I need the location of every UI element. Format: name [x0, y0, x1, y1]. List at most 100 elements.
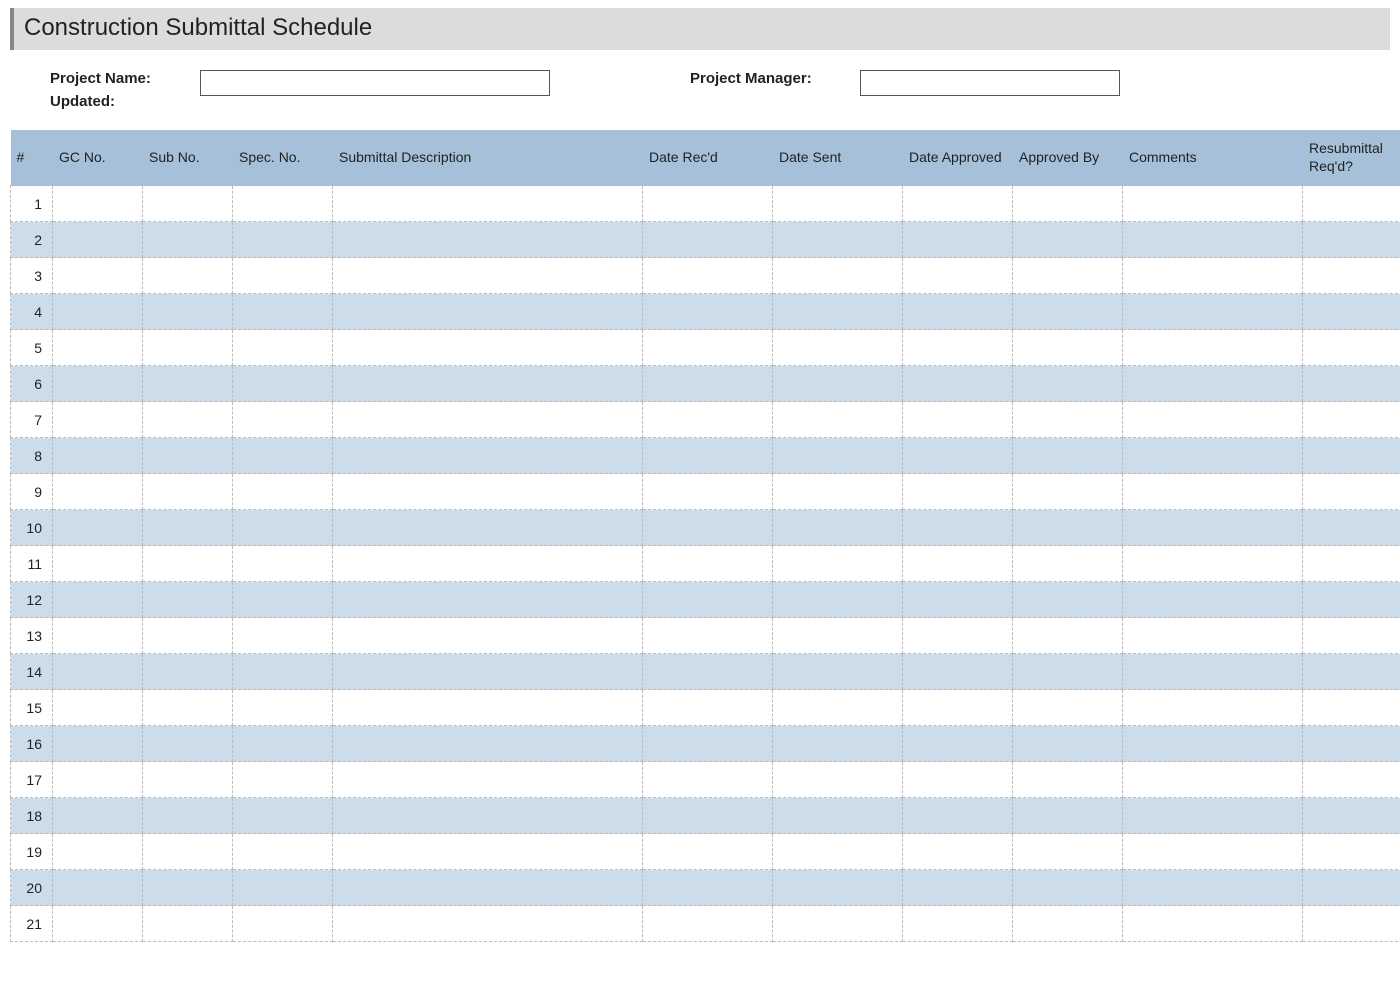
cell-resubmittal[interactable] [1303, 438, 1400, 474]
cell-gc-no[interactable] [53, 798, 143, 834]
cell-gc-no[interactable] [53, 618, 143, 654]
cell-sub-no[interactable] [143, 402, 233, 438]
cell-comments[interactable] [1123, 834, 1303, 870]
cell-sub-no[interactable] [143, 438, 233, 474]
cell-gc-no[interactable] [53, 582, 143, 618]
cell-date-approved[interactable] [903, 366, 1013, 402]
cell-date-approved[interactable] [903, 330, 1013, 366]
cell-gc-no[interactable] [53, 762, 143, 798]
cell-resubmittal[interactable] [1303, 618, 1400, 654]
cell-comments[interactable] [1123, 366, 1303, 402]
cell-date-recd[interactable] [643, 258, 773, 294]
cell-approved-by[interactable] [1013, 330, 1123, 366]
cell-approved-by[interactable] [1013, 366, 1123, 402]
cell-description[interactable] [333, 366, 643, 402]
cell-date-approved[interactable] [903, 834, 1013, 870]
cell-approved-by[interactable] [1013, 906, 1123, 942]
cell-comments[interactable] [1123, 870, 1303, 906]
cell-comments[interactable] [1123, 654, 1303, 690]
cell-date-sent[interactable] [773, 726, 903, 762]
cell-sub-no[interactable] [143, 798, 233, 834]
cell-resubmittal[interactable] [1303, 222, 1400, 258]
cell-date-recd[interactable] [643, 330, 773, 366]
cell-resubmittal[interactable] [1303, 366, 1400, 402]
cell-description[interactable] [333, 690, 643, 726]
cell-date-approved[interactable] [903, 798, 1013, 834]
cell-date-recd[interactable] [643, 726, 773, 762]
cell-date-sent[interactable] [773, 510, 903, 546]
cell-comments[interactable] [1123, 222, 1303, 258]
cell-resubmittal[interactable] [1303, 834, 1400, 870]
cell-approved-by[interactable] [1013, 798, 1123, 834]
cell-sub-no[interactable] [143, 582, 233, 618]
cell-description[interactable] [333, 906, 643, 942]
cell-spec-no[interactable] [233, 366, 333, 402]
cell-gc-no[interactable] [53, 510, 143, 546]
cell-date-approved[interactable] [903, 618, 1013, 654]
cell-sub-no[interactable] [143, 834, 233, 870]
cell-spec-no[interactable] [233, 510, 333, 546]
cell-spec-no[interactable] [233, 438, 333, 474]
cell-description[interactable] [333, 870, 643, 906]
cell-comments[interactable] [1123, 690, 1303, 726]
cell-date-approved[interactable] [903, 762, 1013, 798]
cell-spec-no[interactable] [233, 330, 333, 366]
cell-date-recd[interactable] [643, 618, 773, 654]
cell-approved-by[interactable] [1013, 546, 1123, 582]
cell-approved-by[interactable] [1013, 654, 1123, 690]
cell-comments[interactable] [1123, 186, 1303, 222]
cell-resubmittal[interactable] [1303, 870, 1400, 906]
cell-resubmittal[interactable] [1303, 654, 1400, 690]
cell-resubmittal[interactable] [1303, 906, 1400, 942]
cell-gc-no[interactable] [53, 222, 143, 258]
cell-date-approved[interactable] [903, 726, 1013, 762]
cell-gc-no[interactable] [53, 366, 143, 402]
cell-resubmittal[interactable] [1303, 186, 1400, 222]
cell-date-recd[interactable] [643, 402, 773, 438]
cell-date-sent[interactable] [773, 582, 903, 618]
cell-date-approved[interactable] [903, 582, 1013, 618]
cell-date-sent[interactable] [773, 906, 903, 942]
cell-description[interactable] [333, 222, 643, 258]
cell-comments[interactable] [1123, 402, 1303, 438]
cell-gc-no[interactable] [53, 402, 143, 438]
cell-gc-no[interactable] [53, 474, 143, 510]
cell-date-approved[interactable] [903, 546, 1013, 582]
cell-approved-by[interactable] [1013, 510, 1123, 546]
cell-description[interactable] [333, 618, 643, 654]
cell-resubmittal[interactable] [1303, 546, 1400, 582]
cell-sub-no[interactable] [143, 726, 233, 762]
cell-spec-no[interactable] [233, 618, 333, 654]
cell-date-recd[interactable] [643, 294, 773, 330]
cell-date-sent[interactable] [773, 870, 903, 906]
cell-date-approved[interactable] [903, 474, 1013, 510]
cell-date-approved[interactable] [903, 402, 1013, 438]
cell-gc-no[interactable] [53, 330, 143, 366]
cell-description[interactable] [333, 258, 643, 294]
cell-date-sent[interactable] [773, 402, 903, 438]
cell-date-recd[interactable] [643, 186, 773, 222]
cell-approved-by[interactable] [1013, 726, 1123, 762]
cell-comments[interactable] [1123, 258, 1303, 294]
cell-sub-no[interactable] [143, 474, 233, 510]
cell-resubmittal[interactable] [1303, 330, 1400, 366]
cell-resubmittal[interactable] [1303, 294, 1400, 330]
cell-spec-no[interactable] [233, 402, 333, 438]
cell-date-sent[interactable] [773, 798, 903, 834]
cell-sub-no[interactable] [143, 366, 233, 402]
cell-sub-no[interactable] [143, 618, 233, 654]
cell-date-recd[interactable] [643, 906, 773, 942]
cell-gc-no[interactable] [53, 834, 143, 870]
cell-comments[interactable] [1123, 582, 1303, 618]
cell-date-sent[interactable] [773, 618, 903, 654]
cell-approved-by[interactable] [1013, 258, 1123, 294]
cell-approved-by[interactable] [1013, 762, 1123, 798]
cell-date-sent[interactable] [773, 366, 903, 402]
cell-spec-no[interactable] [233, 726, 333, 762]
cell-approved-by[interactable] [1013, 294, 1123, 330]
cell-date-approved[interactable] [903, 906, 1013, 942]
cell-comments[interactable] [1123, 294, 1303, 330]
cell-spec-no[interactable] [233, 870, 333, 906]
cell-gc-no[interactable] [53, 438, 143, 474]
cell-date-sent[interactable] [773, 654, 903, 690]
